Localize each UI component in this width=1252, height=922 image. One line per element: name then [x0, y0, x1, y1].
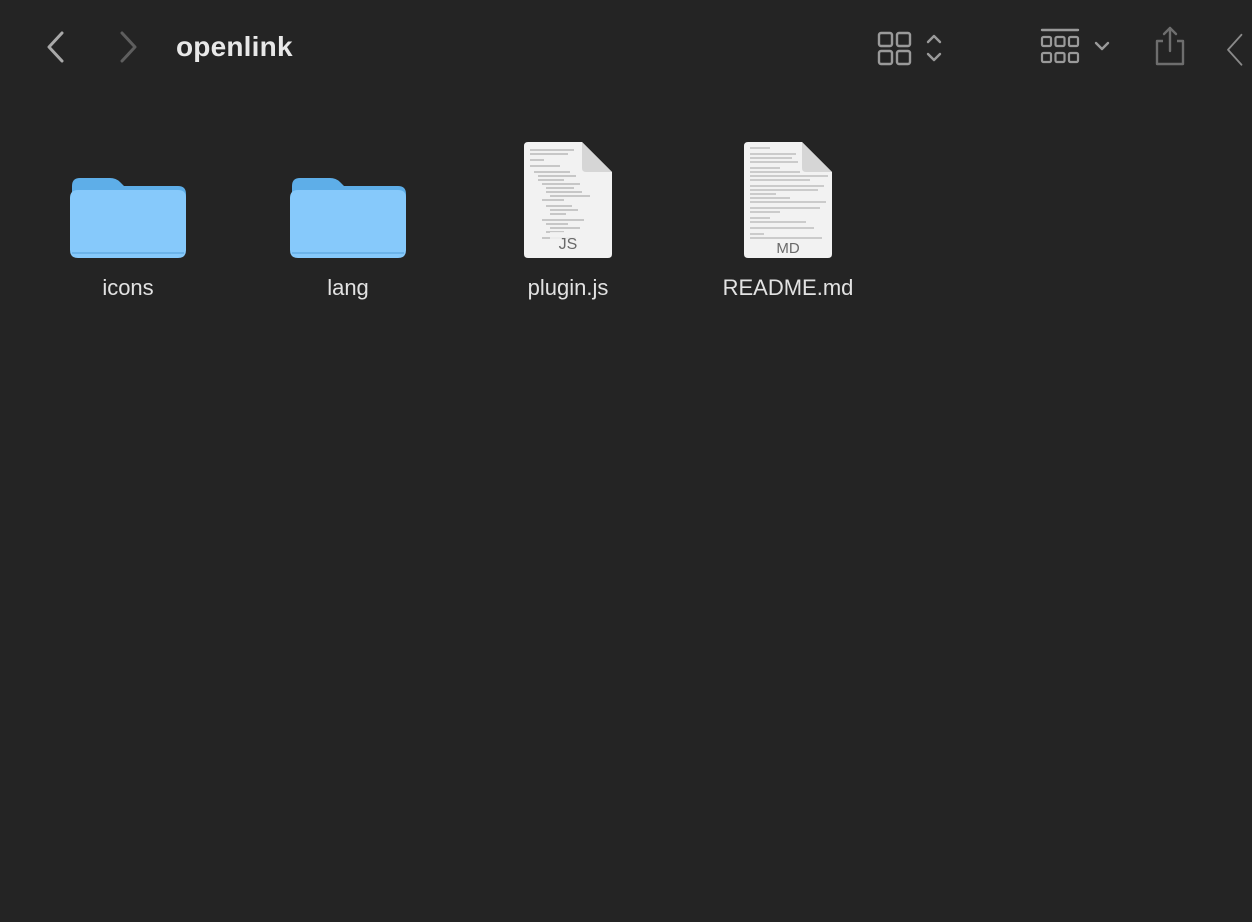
window-title: openlink — [176, 31, 293, 62]
chevron-left-icon — [47, 31, 64, 63]
file-item-label: plugin.js — [527, 275, 609, 300]
folder-icon — [70, 178, 186, 258]
view-mode-button[interactable] — [872, 26, 952, 70]
folder-icon — [290, 178, 406, 258]
back-button[interactable] — [36, 26, 76, 68]
file-item-readme-md[interactable]: MD README.md — [688, 120, 888, 310]
toolbar: openlink — [0, 0, 1252, 95]
file-item-label: README.md — [722, 275, 854, 300]
document-icon: MD — [744, 142, 832, 258]
grid-view-icon — [877, 31, 942, 66]
overflow-button[interactable] — [1222, 24, 1252, 74]
chevron-left-icon — [1227, 33, 1243, 66]
group-by-button[interactable] — [1036, 24, 1116, 70]
file-extension-label: MD — [776, 240, 799, 257]
document-icon: JS — [524, 142, 612, 258]
file-grid: icons lang JS plugin.js MD README.md — [0, 120, 1252, 320]
file-extension-label: JS — [559, 236, 578, 253]
group-by-icon — [1040, 28, 1110, 64]
finder-window: openlink icons lang JS plugin.js MD READ… — [0, 0, 1252, 922]
file-item-label: icons — [102, 275, 154, 300]
forward-button[interactable] — [108, 26, 148, 68]
file-item-lang[interactable]: lang — [248, 120, 448, 310]
file-item-plugin-js[interactable]: JS plugin.js — [468, 120, 668, 310]
share-icon — [1155, 26, 1185, 66]
share-button[interactable] — [1150, 24, 1190, 70]
file-item-icons[interactable]: icons — [28, 120, 228, 310]
chevron-right-icon — [120, 31, 137, 63]
file-item-label: lang — [327, 275, 369, 300]
